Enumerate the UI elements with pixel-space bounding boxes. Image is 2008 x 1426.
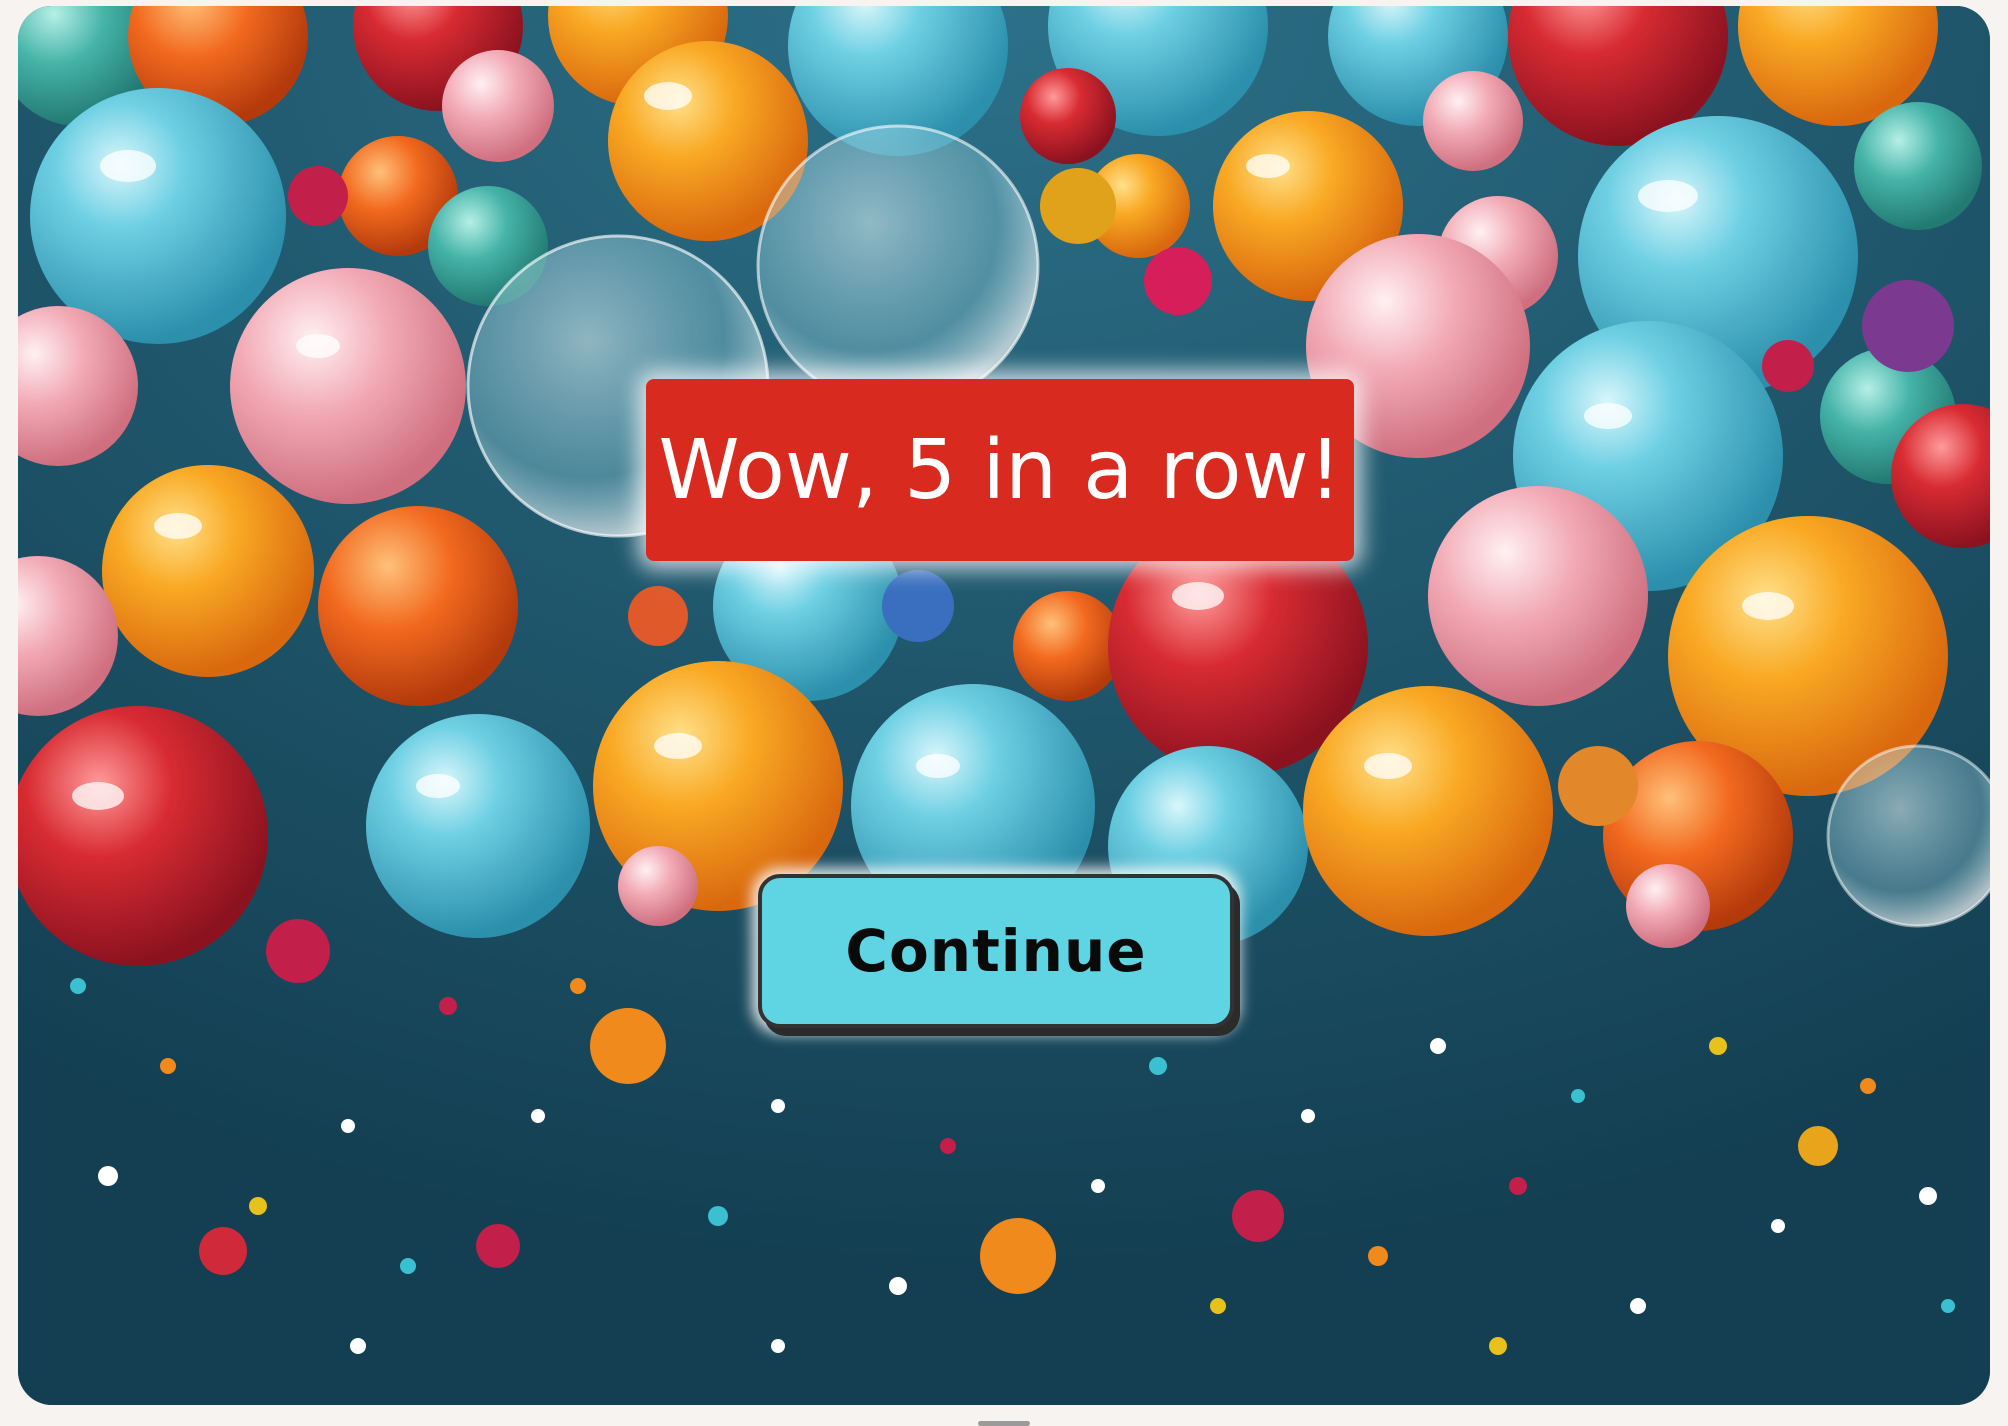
game-screen: Wow, 5 in a row! Continue: [18, 6, 1990, 1405]
continue-button[interactable]: Continue: [758, 874, 1234, 1028]
continue-button-label: Continue: [845, 917, 1147, 985]
streak-message-banner: Wow, 5 in a row!: [646, 379, 1354, 561]
balloons-background-image: [18, 6, 1990, 1405]
streak-message: Wow, 5 in a row!: [658, 422, 1342, 518]
